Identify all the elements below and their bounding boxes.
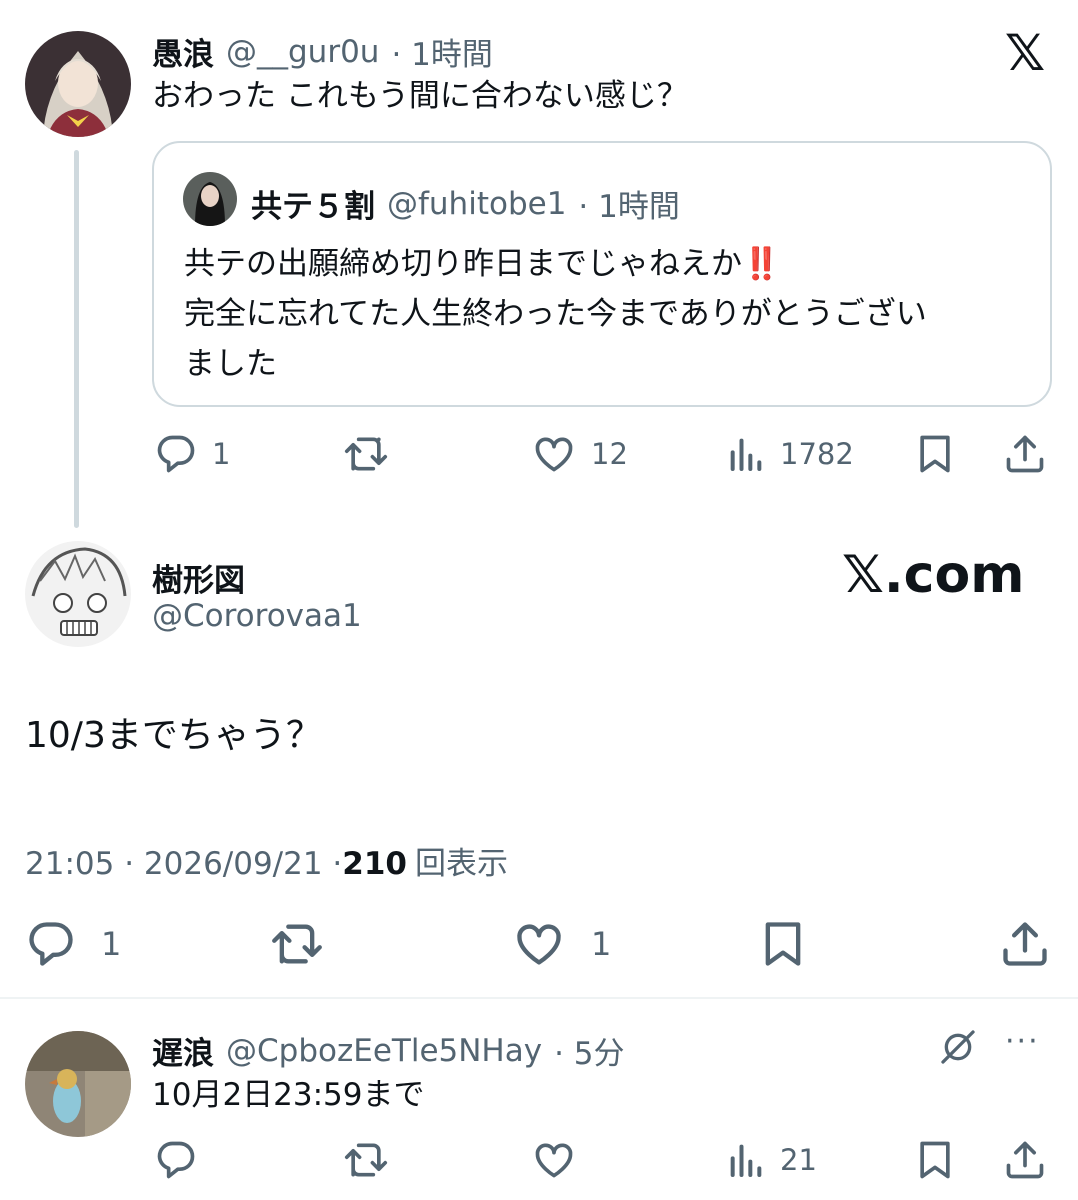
- avatar[interactable]: [25, 31, 131, 137]
- retweet-button[interactable]: [342, 432, 390, 476]
- reply-icon: [29, 922, 73, 966]
- like-icon: [535, 1143, 573, 1178]
- user-handle[interactable]: @Cororovaa1: [152, 598, 362, 634]
- grok-icon: [941, 1030, 975, 1064]
- quoted-tweet[interactable]: 共テ５割 @fuhitobe1 · 1時間 共テの出願締め切り昨日までじゃねえか…: [152, 141, 1052, 407]
- like-count: 12: [591, 437, 628, 471]
- reply-count: 1: [101, 925, 122, 963]
- user-name[interactable]: 愚浪: [152, 29, 214, 74]
- grok-button[interactable]: [938, 1026, 978, 1072]
- tweet-time[interactable]: · 5分: [554, 1028, 624, 1073]
- quote-time: · 1時間: [578, 189, 680, 225]
- quote-user-name: 共テ５割: [251, 189, 375, 225]
- bookmark-icon: [765, 922, 801, 966]
- quote-text: 共テの出願締め切り昨日までじゃねえか‼️ 完全に忘れてた人生終わった今までありが…: [184, 239, 927, 389]
- share-icon: [1006, 435, 1044, 473]
- x-com-watermark: 𝕏.com: [842, 545, 1025, 605]
- retweet-icon: [272, 924, 322, 964]
- bookmark-button[interactable]: [913, 1138, 957, 1182]
- like-icon: [535, 437, 573, 472]
- views-count: 1782: [780, 437, 854, 471]
- reply-icon: [157, 435, 195, 473]
- quote-avatar[interactable]: [183, 172, 237, 226]
- quote-user-handle: @fuhitobe1: [387, 185, 567, 222]
- like-button[interactable]: [531, 1138, 577, 1182]
- views-icon: [730, 1144, 762, 1177]
- bookmark-icon: [920, 1141, 950, 1179]
- avatar[interactable]: [25, 1031, 131, 1137]
- share-icon: [1003, 922, 1047, 966]
- reply-count: 1: [212, 437, 231, 471]
- share-icon: [1006, 1141, 1044, 1179]
- views-count: 21: [780, 1143, 817, 1177]
- tweet-time[interactable]: · 1時間: [391, 29, 492, 74]
- bookmark-button[interactable]: [757, 918, 809, 970]
- reply-button[interactable]: [154, 1138, 198, 1182]
- like-button[interactable]: 1: [511, 918, 611, 970]
- quote-line: 共テの出願締め切り昨日までじゃねえか‼️: [184, 246, 781, 282]
- like-icon: [517, 924, 561, 965]
- more-options-icon[interactable]: ···: [1005, 1024, 1040, 1059]
- tweet-meta: 21:05 · 2026/09/21 · 210 回表示: [25, 838, 508, 883]
- user-handle[interactable]: @CpbozEeTle5NHay: [226, 1033, 542, 1069]
- reply-tweet-header: 遅浪 @CpbozEeTle5NHay · 5分: [152, 1028, 625, 1073]
- share-button[interactable]: [1003, 1138, 1047, 1182]
- share-button[interactable]: [1003, 432, 1047, 476]
- retweet-icon: [344, 437, 388, 471]
- divider: [0, 997, 1078, 999]
- bookmark-icon: [920, 435, 950, 473]
- retweet-button[interactable]: [268, 918, 326, 970]
- avatar[interactable]: [25, 541, 131, 647]
- views-icon: [730, 438, 762, 471]
- like-count: 1: [591, 925, 612, 963]
- view-count: 210: [342, 846, 407, 882]
- user-name[interactable]: 樹形図: [152, 555, 245, 600]
- reply-button[interactable]: 1: [154, 432, 230, 476]
- reply-icon: [157, 1141, 195, 1179]
- share-button[interactable]: [999, 918, 1051, 970]
- thread-line: [74, 150, 79, 528]
- user-handle[interactable]: @__gur0u: [226, 34, 379, 70]
- quote-line: ました: [184, 346, 277, 382]
- bookmark-button[interactable]: [913, 432, 957, 476]
- user-name[interactable]: 遅浪: [152, 1028, 214, 1073]
- quote-line: 完全に忘れてた人生終わった今までありがとうござい: [184, 296, 927, 332]
- view-count-label: 回表示: [415, 846, 508, 882]
- x-logo-icon: 𝕏: [1004, 24, 1046, 82]
- reply-button[interactable]: 1: [25, 918, 121, 970]
- tweet-text: 10月2日23:59まで: [152, 1077, 425, 1113]
- top-tweet-header: 愚浪 @__gur0u · 1時間: [152, 29, 493, 74]
- quote-header: 共テ５割 @fuhitobe1 · 1時間: [251, 181, 680, 226]
- retweet-button[interactable]: [342, 1138, 390, 1182]
- main-tweet-text: 10/3までちゃう？: [25, 715, 322, 756]
- tweet-timestamp[interactable]: 21:05 · 2026/09/21 ·: [25, 846, 342, 882]
- retweet-icon: [344, 1143, 388, 1177]
- like-button[interactable]: 12: [531, 432, 628, 476]
- tweet-text: おわった これもう間に合わない感じ？: [152, 78, 688, 114]
- views-button[interactable]: 21: [726, 1138, 817, 1182]
- views-button[interactable]: 1782: [726, 432, 854, 476]
